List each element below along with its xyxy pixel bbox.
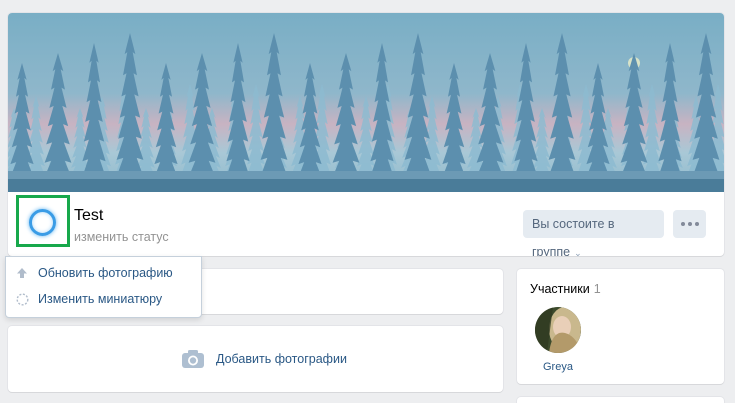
menu-item-change-thumbnail[interactable]: Изменить миниатюру (6, 286, 201, 312)
avatar-logo-icon (29, 209, 56, 236)
member-photo (535, 307, 581, 353)
more-actions-button[interactable] (673, 210, 706, 238)
camera-icon (182, 350, 204, 368)
next-sidebar-card (517, 397, 724, 403)
avatar-dropdown-menu: Обновить фотографию Изменить миниатюру (5, 256, 202, 318)
menu-item-update-photo[interactable]: Обновить фотографию (6, 260, 201, 286)
more-dot-icon (680, 222, 685, 226)
members-count: 1 (593, 282, 601, 296)
more-dot-icon (694, 222, 699, 226)
group-avatar[interactable] (16, 195, 70, 247)
forest-cover-illustration (8, 13, 724, 192)
add-photos-button[interactable]: Добавить фотографии (182, 348, 347, 370)
members-title: Участники (530, 282, 590, 296)
menu-item-label: Обновить фотографию (38, 266, 173, 280)
members-header[interactable]: Участники 1 (530, 282, 601, 296)
member-avatar[interactable] (535, 307, 581, 353)
members-card: Участники 1 Greya (517, 269, 724, 384)
more-dot-icon (687, 222, 692, 226)
group-header-card: Test изменить статус Вы состоите в групп… (8, 13, 724, 256)
dashed-circle-icon (15, 292, 29, 306)
chevron-down-icon: ⌄ (574, 248, 582, 256)
photos-card: Добавить фотографии (8, 326, 503, 392)
group-title: Test (74, 207, 104, 224)
membership-button[interactable]: Вы состоите в группе ⌄ (523, 210, 664, 256)
upload-arrow-icon (15, 266, 29, 280)
group-cover-image[interactable] (8, 13, 724, 192)
change-status-link[interactable]: изменить статус (74, 230, 169, 244)
menu-item-label: Изменить миниатюру (38, 292, 163, 306)
add-photos-label: Добавить фотографии (216, 352, 347, 366)
member-name[interactable]: Greya (543, 361, 573, 373)
